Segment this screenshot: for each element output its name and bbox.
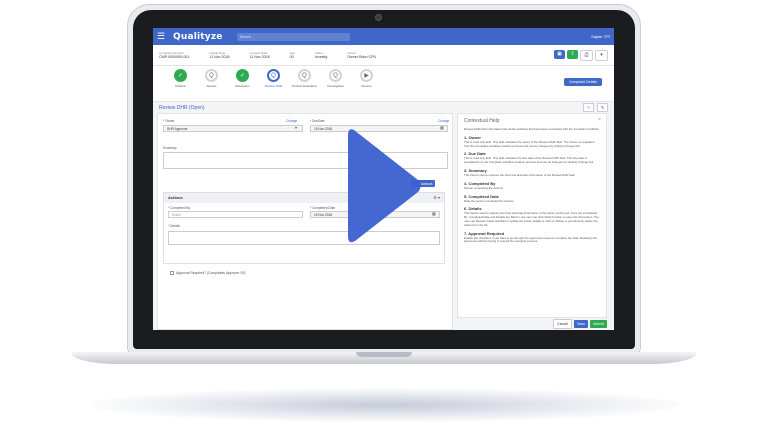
info-value: 11 Nov 2018 [249, 55, 270, 59]
step-review-dhr[interactable]: Q Review DHR [258, 69, 289, 88]
search-input[interactable]: Search [236, 32, 350, 41]
contextual-help-panel: × Contextual Help Review DHR task inform… [457, 113, 607, 318]
owner-field[interactable]: DHR Approver [163, 125, 303, 132]
step-label: Investigation [327, 84, 344, 88]
info-value: Investig [314, 55, 328, 59]
info-owner: Owner Owner Robo CPU [347, 51, 376, 59]
step-check-icon: ✓ [174, 69, 187, 82]
calendar-icon: ▦ [432, 211, 436, 216]
close-icon[interactable]: × [598, 117, 601, 123]
info-created-date: Created Date 11 Nov 2018 [250, 51, 270, 59]
completed-by-select[interactable]: Select [168, 211, 303, 218]
info-value: Owner Robo CPU [347, 55, 377, 59]
bookmark-button[interactable]: ▣ [554, 49, 565, 59]
step-initiation[interactable]: ✓ Initiation [165, 69, 196, 88]
user-menu[interactable]: Sapler TPI [591, 34, 610, 39]
step-label: Initiation [174, 84, 187, 88]
step-label: Product Evaluation [291, 84, 318, 88]
help-title: Contextual Help [464, 118, 500, 124]
step-closure[interactable]: ▶ Closure [351, 69, 382, 88]
info-status: Status Investig [315, 51, 327, 59]
summary-label: Summary [163, 146, 177, 150]
info-value: 00 [289, 55, 294, 59]
share-button[interactable]: ⇪ [567, 49, 578, 59]
step-label: Resolution [235, 84, 250, 88]
owner-change-link[interactable]: Change [286, 119, 297, 123]
help-text: Date the person completed the Actions. [464, 198, 515, 203]
owner-dropdown-icon: ▾ [295, 125, 298, 130]
hamburger-menu-icon[interactable]: ☰ [157, 32, 167, 41]
completed-by-label: * Completed By [168, 206, 191, 210]
info-value: 11 Nov 2018 [209, 55, 230, 59]
step-search-icon: Q [267, 69, 280, 82]
print-button[interactable]: ⎙ [580, 49, 593, 61]
info-complaint-number: Complaint Number CMP-0000000-001 [159, 51, 189, 59]
info-age: Age 00 [290, 51, 295, 59]
laptop-shadow [90, 388, 680, 422]
complaint-details-button[interactable]: Complaint Details [563, 78, 602, 86]
more-dropdown-button[interactable]: ▾ [595, 49, 608, 61]
step-label: Closure [361, 84, 372, 88]
step-label: Review DHR [264, 84, 283, 88]
due-date-label: * DueDate [310, 119, 325, 123]
attachment-icon[interactable]: ✎ [597, 103, 608, 112]
step-search-icon: Q [205, 69, 218, 82]
page-title-bar: Review DHR (Open) ? ✎ [153, 102, 614, 113]
due-date-change-link[interactable]: Change [438, 119, 449, 123]
page-title: Review DHR (Open) [159, 104, 205, 111]
record-info-bar: Complaint Number CMP-0000000-001 Initiate… [153, 45, 614, 66]
help-text: This is read only field. This field indi… [464, 139, 595, 148]
help-heading: 7. Approval Required [464, 230, 505, 236]
step-label: Review [206, 84, 217, 88]
help-text: This field is used to capture the brief … [464, 172, 576, 177]
help-intro: Review DHR task information lists all th… [464, 127, 600, 131]
submit-button[interactable]: Submit [590, 320, 607, 328]
cancel-button[interactable]: Cancel [553, 319, 573, 329]
step-review[interactable]: Q Review [196, 69, 227, 88]
owner-label: * Owner [163, 119, 175, 123]
camera-icon [375, 14, 382, 21]
help-text: This field is used to capture brief and … [464, 211, 599, 227]
calendar-icon: ▦ [440, 125, 444, 130]
title-tools: ? ✎ [583, 103, 608, 112]
help-text: This is read only field. This field indi… [464, 156, 594, 165]
workflow-stepper: ✓ Initiation Q Review ✓ Resolution Q Review … [153, 66, 614, 102]
step-search-icon: Q [298, 69, 311, 82]
approval-checkbox[interactable] [170, 271, 174, 275]
approval-label: Approval Required? (Complaints Approver … [176, 271, 246, 275]
info-value: CMP-0000000-001 [159, 55, 190, 59]
brand-logo: Qualityze [173, 31, 223, 42]
info-initiate-date: Initiate Date 11 Nov 2018 [209, 51, 229, 59]
help-icon[interactable]: ? [583, 103, 594, 112]
step-resolution[interactable]: ✓ Resolution [227, 69, 258, 88]
step-flag-icon: ▶ [360, 69, 373, 82]
step-investigation[interactable]: Q Investigation [320, 69, 351, 88]
step-product-evaluation[interactable]: Q Product Evaluation [289, 69, 320, 88]
step-check-icon: ✓ [236, 69, 249, 82]
help-text: Person completing the Actions. [464, 185, 504, 190]
step-search-icon: Q [329, 69, 342, 82]
play-video-icon[interactable] [346, 126, 422, 246]
laptop-notch [356, 352, 412, 357]
approval-row: Approval Required? (Complaints Approver … [170, 271, 245, 275]
help-heading: 5. Completed Date [464, 193, 499, 199]
actions-settings-icon[interactable]: ⚙ ▾ [433, 195, 440, 200]
form-footer: Cancel Save Submit [457, 318, 607, 330]
completed-date-label: * Completed Date [310, 206, 336, 210]
top-navbar: ☰ Qualityze Search Sapler TPI [153, 28, 614, 45]
save-button[interactable]: Save [574, 320, 589, 328]
help-text: Enable this checkbox if you want to go t… [464, 235, 598, 244]
details-label: * Details [168, 224, 180, 228]
toolbar: ▣ ⇪ ⎙ ▾ [552, 49, 608, 61]
